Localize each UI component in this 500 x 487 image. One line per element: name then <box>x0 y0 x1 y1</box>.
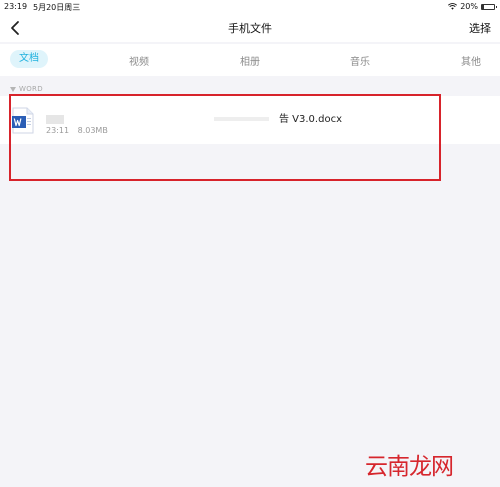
caret-down-icon <box>10 86 16 92</box>
section-header-word[interactable]: WORD <box>10 85 43 93</box>
status-right: 20% <box>448 2 497 11</box>
tab-documents[interactable]: 文档 <box>10 50 48 68</box>
category-tabs: 文档 视频 相册 音乐 其他 <box>0 44 500 76</box>
tab-videos[interactable]: 视频 <box>129 53 149 68</box>
page-title: 手机文件 <box>228 22 272 35</box>
tab-others[interactable]: 其他 <box>461 53 481 68</box>
nav-bar: 手机文件 选择 <box>0 14 500 42</box>
status-time: 23:19 <box>4 2 28 11</box>
wifi-icon <box>448 3 458 10</box>
status-date: 5月20日周三 <box>33 3 81 12</box>
highlight-box <box>9 94 441 181</box>
status-bar: 23:19 5月20日周三 20% <box>0 0 500 14</box>
select-button[interactable]: 选择 <box>469 20 491 36</box>
tab-albums[interactable]: 相册 <box>240 53 260 68</box>
watermark: 云南龙网 <box>365 454 454 480</box>
section-label: WORD <box>19 85 43 93</box>
battery-fill <box>482 4 485 9</box>
tab-music[interactable]: 音乐 <box>350 53 370 68</box>
battery-icon <box>481 3 497 10</box>
battery-percent: 20% <box>460 2 478 11</box>
